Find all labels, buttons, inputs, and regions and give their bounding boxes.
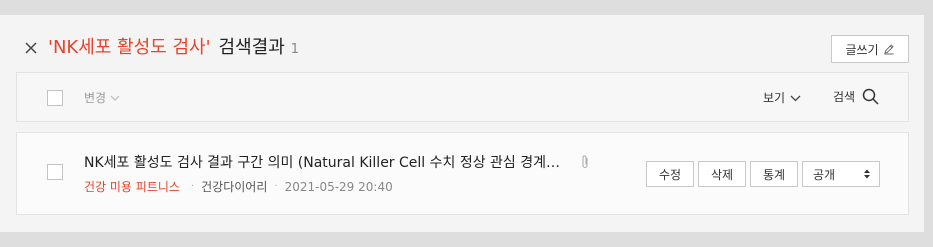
edit-button[interactable]: 수정 xyxy=(646,161,694,187)
stats-button[interactable]: 통계 xyxy=(750,161,798,187)
result-count: 1 xyxy=(290,42,300,57)
search-keyword: 'NK세포 활성도 검사' xyxy=(48,37,211,58)
post-date: 2021-05-29 20:40 xyxy=(284,180,393,194)
post-category[interactable]: 건강 미용 피트니스 xyxy=(84,179,180,195)
search-button[interactable]: 검색 xyxy=(833,88,879,105)
write-button[interactable]: 글쓰기 xyxy=(831,35,909,63)
post-checkbox[interactable] xyxy=(47,164,63,180)
title-suffix: 검색결과 xyxy=(218,37,285,58)
meta-separator: · xyxy=(274,181,278,192)
results-header: 'NK세포 활성도 검사' 검색결과 1 글쓰기 xyxy=(0,15,924,71)
paperclip-icon xyxy=(582,155,588,168)
post-meta: 건강 미용 피트니스 · 건강다이어리 · 2021-05-29 20:40 xyxy=(84,179,393,195)
pencil-icon xyxy=(883,44,894,55)
search-icon xyxy=(862,88,879,105)
list-toolbar: 변경 보기 검색 xyxy=(16,72,909,122)
page-title: 'NK세포 활성도 검사' 검색결과 1 xyxy=(48,35,299,63)
view-label: 보기 xyxy=(763,91,786,105)
post-author: 건강다이어리 xyxy=(201,180,268,194)
visibility-select[interactable]: 공개 xyxy=(802,161,880,187)
view-menu[interactable]: 보기 xyxy=(763,89,801,106)
meta-separator: · xyxy=(190,181,195,192)
search-label: 검색 xyxy=(833,90,856,104)
post-row: NK세포 활성도 검사 결과 구간 의미 (Natural Killer Cel… xyxy=(16,132,909,215)
select-arrows-icon xyxy=(864,169,870,179)
chevron-down-icon xyxy=(110,95,120,101)
select-all-checkbox[interactable] xyxy=(47,90,63,106)
change-label: 변경 xyxy=(84,91,107,105)
visibility-value: 공개 xyxy=(813,167,836,182)
change-menu[interactable]: 변경 xyxy=(84,89,120,106)
chevron-down-icon xyxy=(790,95,801,101)
write-button-label: 글쓰기 xyxy=(845,42,879,57)
delete-button[interactable]: 삭제 xyxy=(698,161,746,187)
close-icon[interactable] xyxy=(22,39,40,57)
search-results-panel: 'NK세포 활성도 검사' 검색결과 1 글쓰기 변경 보기 검색 NK세포 활… xyxy=(0,15,924,232)
post-actions: 수정 삭제 통계 공개 xyxy=(646,161,880,187)
post-title[interactable]: NK세포 활성도 검사 결과 구간 의미 (Natural Killer Cel… xyxy=(84,153,564,173)
